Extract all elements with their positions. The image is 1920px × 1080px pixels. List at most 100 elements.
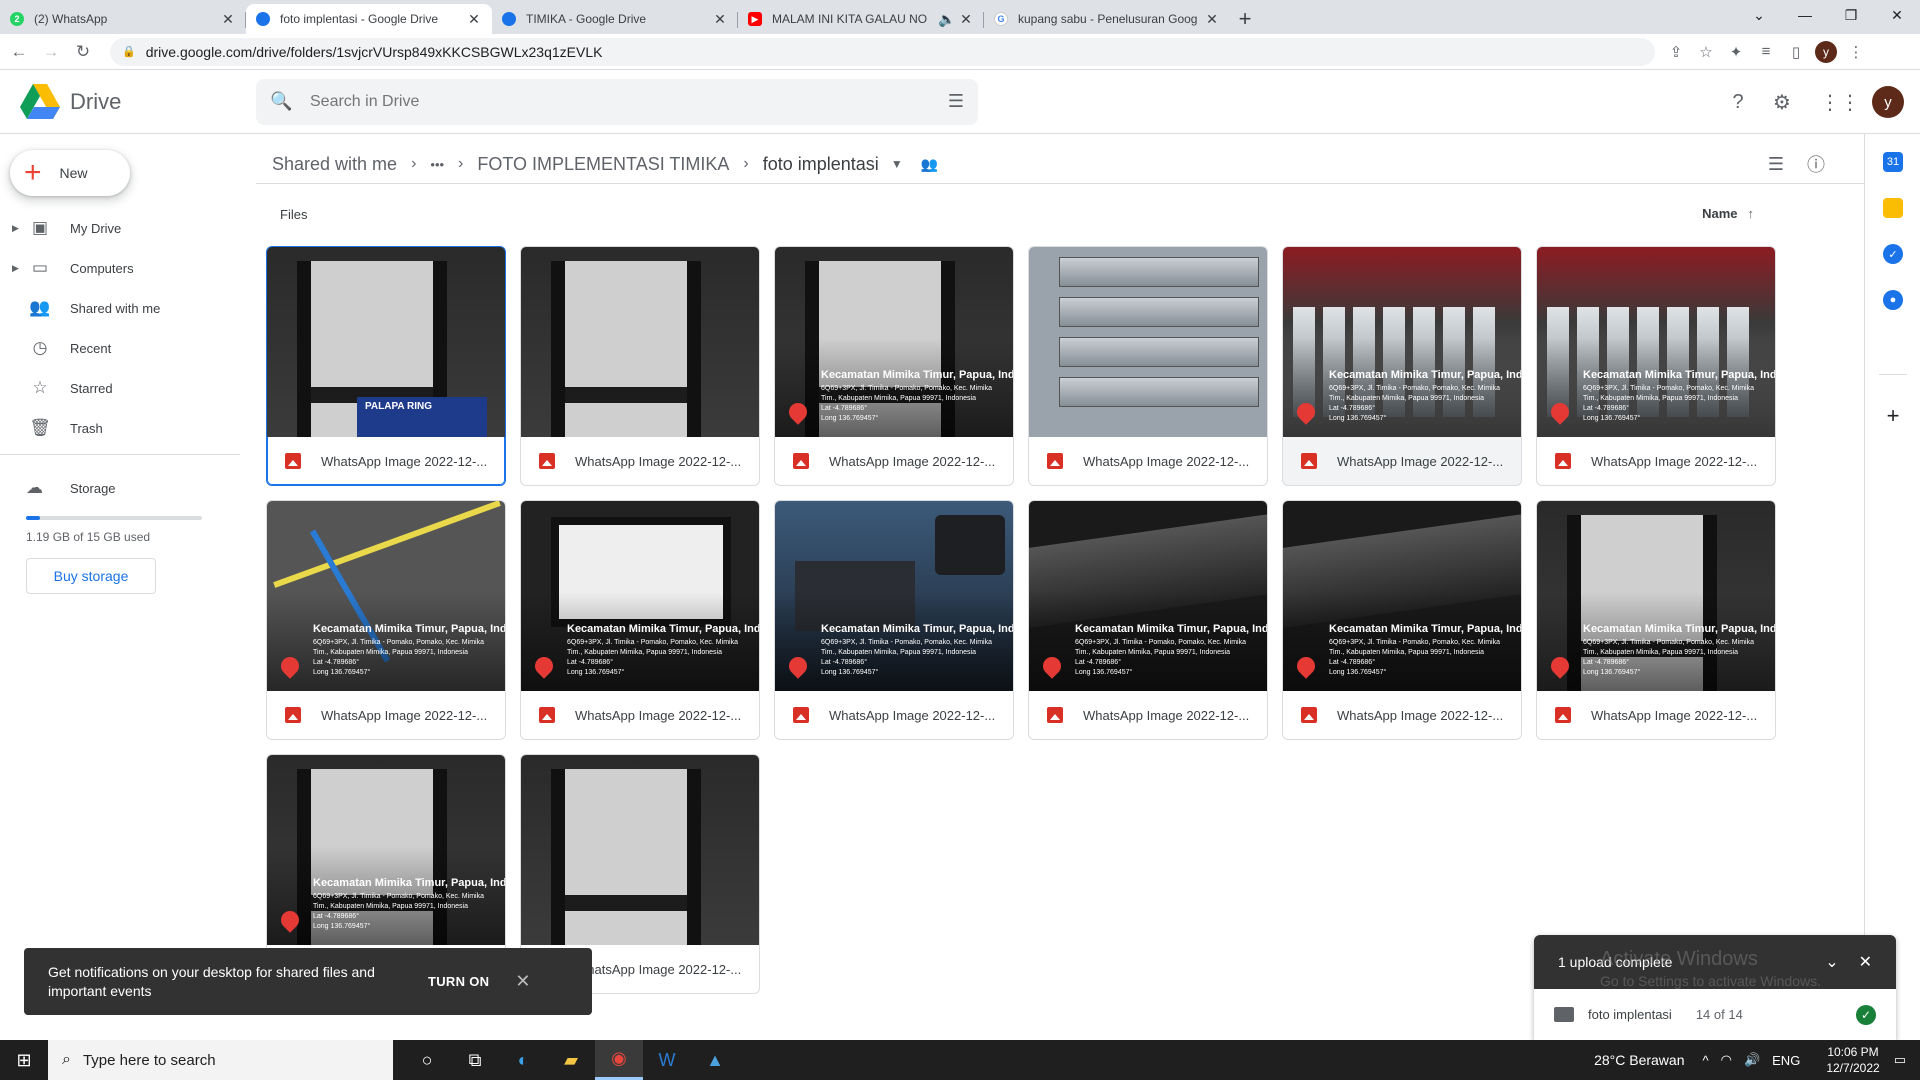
file-card[interactable]: WhatsApp Image 2022-12-... bbox=[1028, 246, 1268, 486]
tab-search-icon[interactable]: ⌄ bbox=[1736, 0, 1782, 30]
weather-widget[interactable]: 28°C Berawan bbox=[1594, 1052, 1684, 1068]
sidebar-item-my-drive[interactable]: ▶ ▣ My Drive bbox=[0, 208, 240, 248]
info-icon[interactable]: ⓘ bbox=[1796, 148, 1836, 180]
file-card[interactable]: Kecamatan Mimika Timur, Papua, Indonesia… bbox=[1028, 500, 1268, 740]
chevron-down-icon[interactable]: ▼ bbox=[891, 157, 903, 171]
add-addon-icon[interactable]: + bbox=[1883, 403, 1903, 428]
upload-row[interactable]: foto implentasi 14 of 14 ✓ bbox=[1534, 989, 1896, 1040]
share-icon[interactable]: ⇪ bbox=[1661, 39, 1691, 65]
account-avatar[interactable]: y bbox=[1872, 86, 1904, 118]
close-tab-icon[interactable]: ✕ bbox=[220, 11, 236, 28]
collapse-icon[interactable]: ⌄ bbox=[1825, 952, 1838, 972]
breadcrumb-parent[interactable]: FOTO IMPLEMENTASI TIMIKA bbox=[477, 154, 729, 175]
windows-start-icon[interactable]: ⊞ bbox=[0, 1040, 48, 1080]
word-icon[interactable]: W bbox=[643, 1040, 691, 1080]
file-caption: WhatsApp Image 2022-12-... bbox=[1283, 437, 1521, 485]
drive-logo[interactable]: Drive bbox=[20, 83, 256, 120]
list-view-icon[interactable]: ☰ bbox=[1756, 148, 1796, 180]
profile-avatar[interactable]: y bbox=[1815, 40, 1837, 63]
file-card[interactable]: Kecamatan Mimika Timur, Papua, Indonesia… bbox=[1536, 500, 1776, 740]
close-tab-icon[interactable]: ✕ bbox=[466, 11, 482, 28]
turn-on-button[interactable]: TURN ON bbox=[428, 974, 489, 989]
breadcrumb-shared[interactable]: Shared with me bbox=[272, 154, 397, 175]
sidebar-item-recent[interactable]: ◷ Recent bbox=[0, 328, 240, 368]
expand-arrow-icon[interactable]: ▶ bbox=[12, 263, 19, 274]
search-icon[interactable]: 🔍 bbox=[270, 91, 300, 112]
file-card[interactable]: Kecamatan Mimika Timur, Papua, Indonesia… bbox=[266, 500, 506, 740]
buy-storage-button[interactable]: Buy storage bbox=[26, 558, 156, 594]
help-icon[interactable]: ? bbox=[1718, 82, 1758, 122]
shared-people-icon[interactable]: 👥 bbox=[921, 156, 938, 173]
apps-grid-icon[interactable]: ⋮⋮ bbox=[1820, 82, 1860, 122]
address-bar[interactable]: 🔒 drive.google.com/drive/folders/1svjcrV… bbox=[110, 37, 1655, 66]
breadcrumb-current[interactable]: foto implentasi bbox=[763, 154, 879, 175]
file-card[interactable]: Kecamatan Mimika Timur, Papua, Indonesia… bbox=[774, 500, 1014, 740]
file-card[interactable]: PALAPA RING WhatsApp Image 2022-12-... bbox=[266, 246, 506, 486]
tab-google-search[interactable]: G kupang sabu - Penelusuran Goog ✕ bbox=[984, 4, 1230, 34]
lock-icon[interactable]: 🔒 bbox=[122, 45, 136, 58]
close-tab-icon[interactable]: ✕ bbox=[958, 11, 974, 28]
search-input[interactable] bbox=[310, 92, 948, 111]
bookmark-star-icon[interactable]: ☆ bbox=[1691, 39, 1721, 65]
close-window-icon[interactable]: ✕ bbox=[1874, 0, 1920, 30]
expand-arrow-icon[interactable]: ▶ bbox=[12, 223, 19, 234]
watermark-title: Activate Windows bbox=[1600, 948, 1758, 970]
tray-arrow-icon[interactable]: ^ bbox=[1703, 1053, 1709, 1068]
clock[interactable]: 10:06 PM 12/7/2022 bbox=[1826, 1044, 1879, 1076]
task-view-icon[interactable]: ⧉ bbox=[451, 1040, 499, 1080]
file-card[interactable]: Kecamatan Mimika Timur, Papua, Indonesia… bbox=[1536, 246, 1776, 486]
new-tab-button[interactable]: + bbox=[1230, 4, 1260, 34]
side-panel-icon[interactable]: ▯ bbox=[1781, 39, 1811, 65]
settings-gear-icon[interactable]: ⚙ bbox=[1762, 82, 1802, 122]
file-card[interactable]: WhatsApp Image 2022-12-... bbox=[520, 246, 760, 486]
close-tab-icon[interactable]: ✕ bbox=[1204, 11, 1220, 28]
keep-icon[interactable] bbox=[1883, 198, 1903, 218]
sidebar-item-computers[interactable]: ▶ ▭ Computers bbox=[0, 248, 240, 288]
notifications-icon[interactable]: ▭ bbox=[1894, 1052, 1906, 1068]
file-card[interactable]: Kecamatan Mimika Timur, Papua, Indonesia… bbox=[774, 246, 1014, 486]
file-card[interactable]: Kecamatan Mimika Timur, Papua, Indonesia… bbox=[1282, 500, 1522, 740]
close-icon[interactable]: ✕ bbox=[515, 971, 530, 992]
chrome-icon[interactable]: ◉ bbox=[595, 1040, 643, 1080]
extensions-icon[interactable]: ✦ bbox=[1721, 39, 1751, 65]
tab-whatsapp[interactable]: 2 (2) WhatsApp ✕ bbox=[0, 4, 246, 34]
close-icon[interactable]: ✕ bbox=[1859, 952, 1872, 972]
taskbar-search[interactable]: ⌕ Type here to search bbox=[48, 1040, 393, 1080]
gps-overlay: Kecamatan Mimika Timur, Papua, Indonesia… bbox=[267, 621, 505, 691]
tab-drive-foto[interactable]: foto implentasi - Google Drive ✕ bbox=[246, 4, 492, 34]
sidebar-item-trash[interactable]: 🗑 Trash bbox=[0, 408, 240, 448]
tab-youtube[interactable]: ▶ MALAM INI KITA GALAU NO 🔈 ✕ bbox=[738, 4, 984, 34]
cortana-icon[interactable]: ○ bbox=[403, 1040, 451, 1080]
menu-kebab-icon[interactable]: ⋮ bbox=[1841, 39, 1871, 65]
file-explorer-icon[interactable]: ▰ bbox=[547, 1040, 595, 1080]
sidebar-item-shared-with-me[interactable]: 👥 Shared with me bbox=[0, 288, 240, 328]
search-bar[interactable]: 🔍 ☰ bbox=[256, 78, 978, 125]
file-caption: WhatsApp Image 2022-12-... bbox=[521, 691, 759, 739]
reload-icon[interactable]: ↻ bbox=[70, 39, 96, 65]
language-indicator[interactable]: ENG bbox=[1772, 1053, 1800, 1068]
new-button[interactable]: + New bbox=[10, 150, 130, 196]
sidebar-item-starred[interactable]: ☆ Starred bbox=[0, 368, 240, 408]
file-card[interactable]: Kecamatan Mimika Timur, Papua, Indonesia… bbox=[1282, 246, 1522, 486]
edge-icon[interactable]: ◐ bbox=[499, 1040, 547, 1080]
tasks-icon[interactable]: ✓ bbox=[1883, 244, 1903, 264]
tab-drive-timika[interactable]: TIMIKA - Google Drive ✕ bbox=[492, 4, 738, 34]
photos-icon[interactable]: ▲ bbox=[691, 1040, 739, 1080]
volume-icon[interactable]: 🔊 bbox=[1744, 1052, 1760, 1068]
speaker-icon[interactable]: 🔈 bbox=[938, 11, 955, 28]
restore-icon[interactable]: ❐ bbox=[1828, 0, 1874, 30]
breadcrumb-more[interactable]: ••• bbox=[430, 157, 444, 172]
sort-control[interactable]: Name ↑ bbox=[1702, 206, 1754, 221]
search-options-icon[interactable]: ☰ bbox=[948, 91, 964, 112]
media-icon[interactable]: ≡ bbox=[1751, 39, 1781, 65]
sort-arrow-up-icon[interactable]: ↑ bbox=[1748, 206, 1755, 221]
close-tab-icon[interactable]: ✕ bbox=[712, 11, 728, 28]
back-icon[interactable]: ← bbox=[6, 39, 32, 65]
forward-icon[interactable]: → bbox=[38, 39, 64, 65]
calendar-icon[interactable]: 31 bbox=[1883, 152, 1903, 172]
minimize-icon[interactable]: — bbox=[1782, 0, 1828, 30]
file-card[interactable]: Kecamatan Mimika Timur, Papua, Indonesia… bbox=[520, 500, 760, 740]
contacts-icon[interactable]: ● bbox=[1883, 290, 1903, 310]
network-icon[interactable]: ◠ bbox=[1721, 1052, 1732, 1068]
sidebar-item-storage[interactable]: ☁ Storage bbox=[26, 468, 226, 508]
